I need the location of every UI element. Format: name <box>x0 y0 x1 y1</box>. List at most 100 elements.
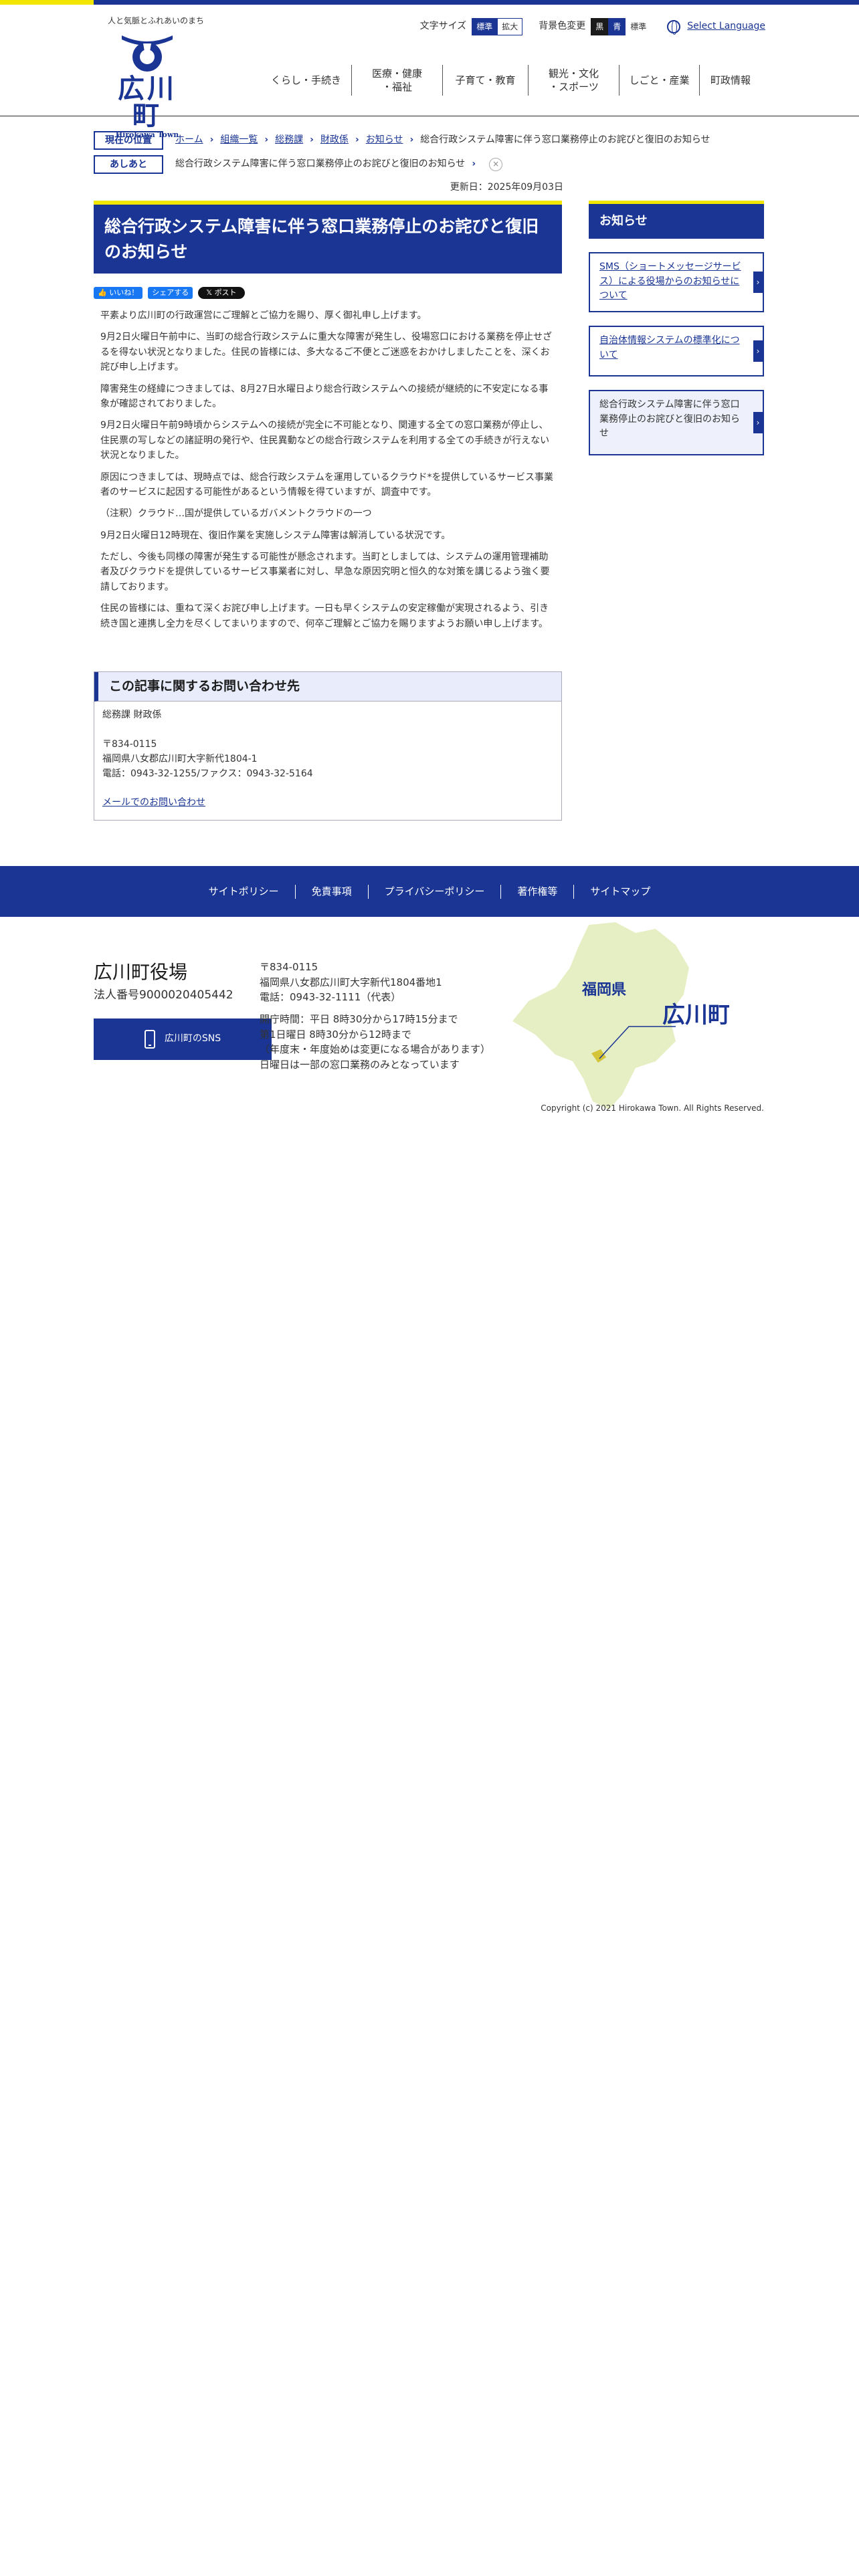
footer-postal: 〒834-0115 <box>260 961 318 973</box>
breadcrumb-current: 総合行政システム障害に伴う窓口業務停止のお詫びと復旧のお知らせ <box>420 134 710 146</box>
breadcrumb-oshirase[interactable]: お知らせ <box>366 133 403 148</box>
global-nav: くらし・手続き 医療・健康 ・福祉 子育て・教育 観光・文化 ・スポーツ しごと… <box>261 65 761 96</box>
font-size-large-button[interactable]: 拡大 <box>497 18 523 35</box>
bg-color-group: 黒 青 標準 <box>591 18 652 35</box>
footer-link-disclaimer[interactable]: 免責事項 <box>296 884 369 899</box>
article-paragraph: 平素より広川町の行政運営にご理解とご協力を賜り、厚く御礼申し上げます。 <box>100 310 427 321</box>
post-label: ポスト <box>214 288 237 297</box>
breadcrumb-zaisei[interactable]: 財政係 <box>320 133 349 148</box>
footer-link-privacy[interactable]: プライバシーポリシー <box>369 884 502 899</box>
history-item[interactable]: 総合行政システム障害に伴う窓口業務停止のお詫びと復旧のお知らせ <box>175 157 465 172</box>
footer-nav: サイトポリシー 免責事項 プライバシーポリシー 著作権等 サイトマップ <box>0 866 859 917</box>
globe-icon <box>667 20 681 35</box>
article-paragraph: 9月2日火曜日午前中に、当町の総合行政システムに重大な障害が発生し、役場窓口にお… <box>100 332 552 373</box>
select-language-link[interactable]: Select Language <box>687 19 765 34</box>
sidebar: お知らせ SMS（ショートメッセージサービス）による役場からのお知らせについて … <box>589 201 764 455</box>
article-paragraph: 9月2日火曜日午前9時頃からシステムへの接続が完全に不可能となり、関連する全ての… <box>100 420 550 461</box>
article-paragraph: 障害発生の経緯につきましては、8月27日水曜日より総合行政システムへの接続が継続… <box>100 383 549 409</box>
location-map: 福岡県 広川町 <box>512 922 729 1109</box>
mail-inquiry-link[interactable]: メールでのお問い合わせ <box>102 797 205 808</box>
smartphone-icon <box>144 1030 155 1049</box>
footer-link-site-policy[interactable]: サイトポリシー <box>193 884 296 899</box>
inquiry-address: 福岡県八女郡広川町大字新代1804-1 <box>102 753 258 764</box>
bg-color-label: 背景色変更 <box>539 21 586 32</box>
top-accent-bar <box>0 0 859 5</box>
chevron-right-icon: › <box>753 411 763 433</box>
sns-button[interactable]: 広川町のSNS <box>94 1018 272 1060</box>
site-logo[interactable]: 人と気脈とふれあいのまち 広川町 Hirokawa Town <box>108 15 205 140</box>
footer-hours: 日曜日は一部の窓口業務のみとなっています <box>260 1058 460 1071</box>
chevron-right-icon: › <box>753 271 763 293</box>
like-label: いいね！ <box>109 288 139 297</box>
town-emblem-icon <box>122 35 173 72</box>
gnav-kurashi[interactable]: くらし・手続き <box>261 65 352 96</box>
font-size-standard-button[interactable]: 標準 <box>472 18 498 35</box>
facebook-like-button[interactable]: 👍 いいね！ <box>94 287 143 299</box>
sidebar-item-label[interactable]: SMS（ショートメッセージサービス）による役場からのお知らせについて <box>599 261 741 301</box>
footer-hours: （年度末・年度始めは変更になる場合があります） <box>260 1043 491 1055</box>
site-footer: 広川町役場 法人番号9000020405442 広川町のSNS 〒834-011… <box>0 917 859 1117</box>
gnav-label: 子育て・教育 <box>455 74 516 86</box>
footer-phone: 電話：0943-32-1111（代表） <box>260 991 401 1003</box>
logo-town-name: 広川町 <box>118 72 177 131</box>
sidebar-item-label[interactable]: 自治体情報システムの標準化について <box>599 335 740 360</box>
x-post-button[interactable]: 𝕏 ポスト <box>198 287 245 299</box>
history-trail: あしあと 総合行政システム障害に伴う窓口業務停止のお詫びと復旧のお知らせ › × <box>94 155 503 174</box>
footer-office-name: 広川町役場 <box>94 961 188 983</box>
footer-link-copyright[interactable]: 著作権等 <box>501 884 575 899</box>
close-icon[interactable]: × <box>489 158 503 171</box>
chevron-right-icon: › <box>310 134 314 146</box>
footer-link-sitemap[interactable]: サイトマップ <box>574 885 666 899</box>
chevron-right-icon: › <box>409 134 414 146</box>
history-label: あしあと <box>94 155 163 174</box>
page-title: 総合行政システム障害に伴う窓口業務停止のお詫びと復旧のお知らせ <box>94 201 562 274</box>
article-paragraph: ただし、今後も同様の障害が発生する可能性が懸念されます。当町としましては、システ… <box>100 552 550 593</box>
footer-hours: 開庁時間：平日 8時30分から17時15分まで <box>260 1013 458 1025</box>
gnav-iryo[interactable]: 医療・健康 ・福祉 <box>352 65 443 96</box>
bg-black-button[interactable]: 黒 <box>591 18 609 35</box>
chevron-right-icon: › <box>753 340 763 362</box>
facebook-share-button[interactable]: シェアする <box>148 287 193 299</box>
gnav-shigoto[interactable]: しごと・産業 <box>619 65 700 96</box>
breadcrumb-org[interactable]: 組織一覧 <box>220 133 258 148</box>
article-body: 平素より広川町の行政運営にご理解とご協力を賜り、厚く御礼申し上げます。 9月2日… <box>94 308 562 631</box>
inquiry-content: 総務課 財政係 〒834-0115 福岡県八女郡広川町大字新代1804-1 電話… <box>94 702 561 819</box>
footer-hours-block: 開庁時間：平日 8時30分から17時15分まで 第1日曜日 8時30分から12時… <box>260 1012 490 1072</box>
sidebar-item-current[interactable]: 総合行政システム障害に伴う窓口業務停止のお詫びと復旧のお知らせ › <box>589 389 764 455</box>
article-paragraph: 住民の皆様には、重ねて深くお詫び申し上げます。一日も早くシステムの安定稼働が実現… <box>100 603 549 629</box>
chevron-right-icon: › <box>264 134 269 146</box>
inquiry-phone: 電話：0943-32-1255/ファクス：0943-32-5164 <box>102 768 313 779</box>
sidebar-item-sms[interactable]: SMS（ショートメッセージサービス）による役場からのお知らせについて › <box>589 251 764 312</box>
top-accent-yellow <box>0 0 94 5</box>
footer-address: 福岡県八女郡広川町大字新代1804番地1 <box>260 976 442 988</box>
bg-standard-button[interactable]: 標準 <box>626 18 652 35</box>
gnav-label: 医療・健康 ・福祉 <box>371 67 422 93</box>
logo-tagline: 人と気脈とふれあいのまち <box>108 16 205 25</box>
map-prefecture-label: 福岡県 <box>581 981 626 998</box>
article-paragraph: 9月2日火曜日12時現在、復旧作業を実施しシステム障害は解消している状況です。 <box>100 530 451 541</box>
breadcrumb: 現在の位置 ホーム › 組織一覧 › 総務課 › 財政係 › お知らせ › 総合行政システ… <box>94 131 710 150</box>
gnav-chosei[interactable]: 町政情報 <box>700 65 761 96</box>
gnav-label: 町政情報 <box>710 74 751 86</box>
sidebar-heading: お知らせ <box>589 201 764 239</box>
inquiry-postal: 〒834-0115 <box>102 739 157 750</box>
breadcrumb-home[interactable]: ホーム <box>175 133 203 148</box>
breadcrumb-somu[interactable]: 総務課 <box>275 133 303 148</box>
gnav-kosodate[interactable]: 子育て・教育 <box>443 65 529 96</box>
gnav-label: 観光・文化 ・スポーツ <box>548 67 599 93</box>
chevron-right-icon: › <box>472 158 476 170</box>
gnav-label: しごと・産業 <box>629 74 690 86</box>
bg-blue-button[interactable]: 青 <box>608 18 626 35</box>
chevron-right-icon: › <box>209 134 214 146</box>
sidebar-item-label: 総合行政システム障害に伴う窓口業務停止のお詫びと復旧のお知らせ <box>599 399 740 439</box>
sns-button-label: 広川町のSNS <box>164 1033 221 1045</box>
social-buttons: 👍 いいね！ シェアする 𝕏 ポスト <box>94 287 562 299</box>
accessibility-tools: 文字サイズ 標準 拡大 背景色変更 黒 青 標準 Select Language <box>420 18 765 35</box>
gnav-label: くらし・手続き <box>270 74 341 86</box>
sidebar-item-standardization[interactable]: 自治体情報システムの標準化について › <box>589 325 764 377</box>
article-paragraph: 原因につきましては、現時点では、総合行政システムを運用しているクラウド*を提供し… <box>100 471 554 498</box>
inquiry-dept: 総務課 財政係 <box>102 710 162 721</box>
gnav-kanko[interactable]: 観光・文化 ・スポーツ <box>529 65 619 96</box>
chevron-right-icon: › <box>355 134 359 146</box>
site-header: 人と気脈とふれあいのまち 広川町 Hirokawa Town 文字サイズ 標準 … <box>0 5 859 139</box>
